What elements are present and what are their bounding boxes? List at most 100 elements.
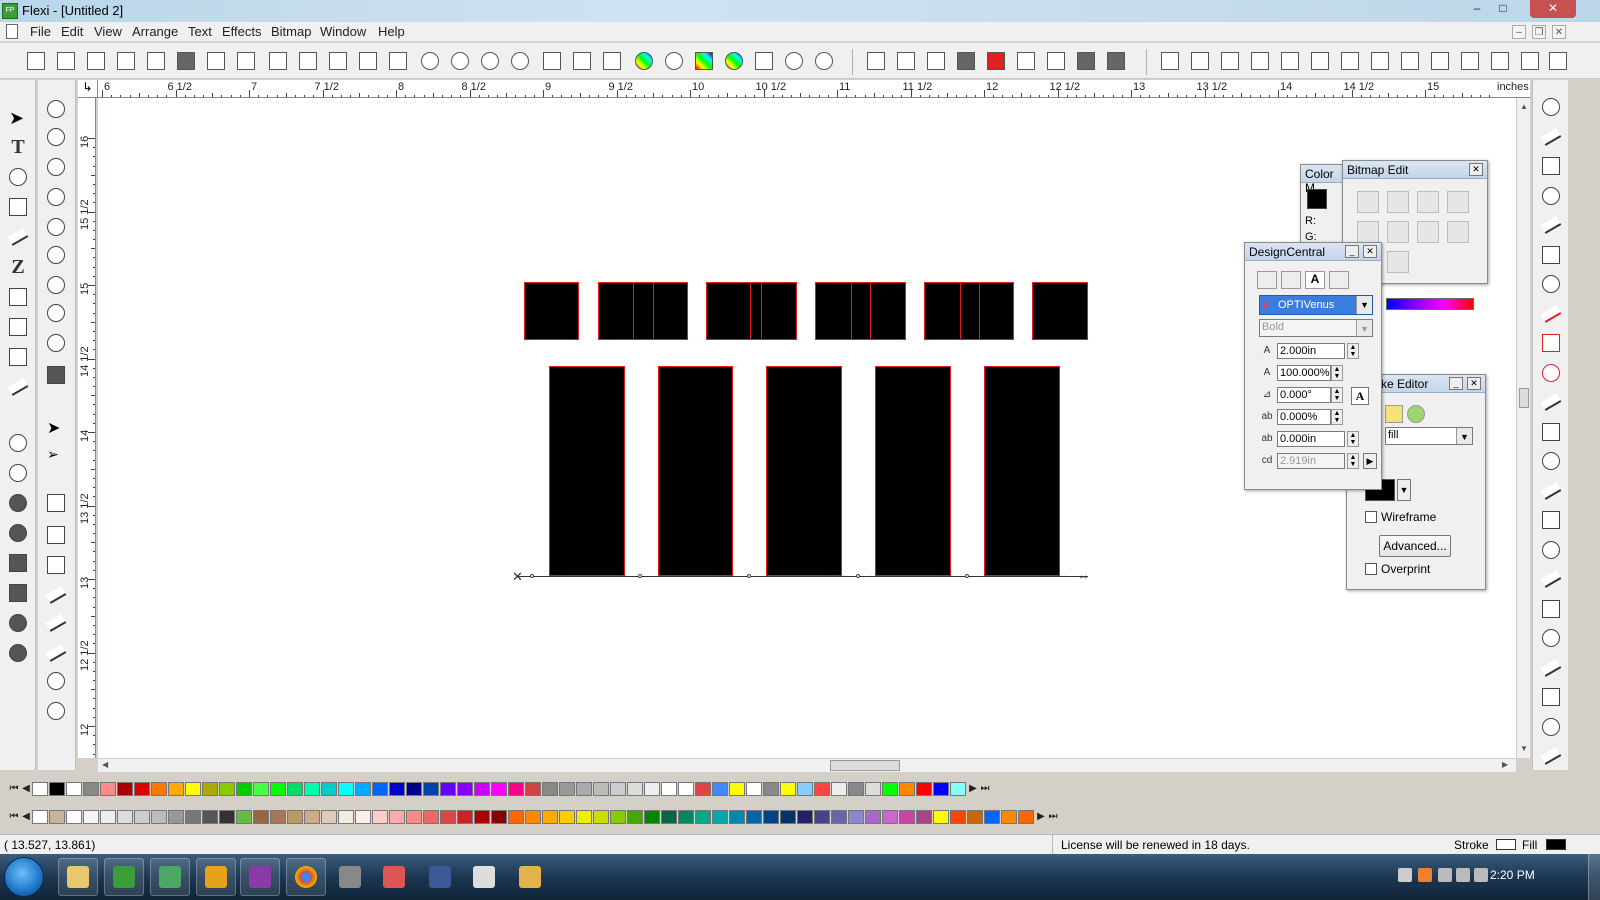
plot-icon[interactable]: [296, 49, 320, 73]
airbrush-icon[interactable]: [1417, 221, 1439, 243]
font-dropdown-icon[interactable]: ▼: [1356, 296, 1372, 314]
color-swatch[interactable]: [32, 810, 48, 824]
palette-next-icon[interactable]: ▶: [1035, 810, 1047, 824]
undo-icon[interactable]: [418, 49, 442, 73]
color-swatch[interactable]: [304, 810, 320, 824]
menu-edit[interactable]: Edit: [61, 24, 83, 39]
flexi-task[interactable]: [104, 858, 144, 896]
color-swatch[interactable]: [627, 782, 643, 796]
align-left-icon[interactable]: [1158, 49, 1182, 73]
blend-icon[interactable]: [1014, 49, 1038, 73]
color-picker-icon[interactable]: [662, 49, 686, 73]
shape-tool-5-icon[interactable]: [4, 550, 32, 576]
color-swatch[interactable]: [678, 782, 694, 796]
color-swatch[interactable]: [168, 810, 184, 824]
distribute-v-icon[interactable]: [1488, 49, 1512, 73]
palette-prev-icon[interactable]: ◀: [20, 810, 32, 824]
color-swatch[interactable]: [457, 782, 473, 796]
align-center-v-icon[interactable]: [1308, 49, 1332, 73]
color-swatch[interactable]: [882, 810, 898, 824]
dimension-diameter-icon[interactable]: [42, 698, 70, 724]
text-width-spinner[interactable]: ▲ ▼: [1331, 365, 1343, 381]
shape-tool-3-icon[interactable]: [4, 490, 32, 516]
curve-tool-icon[interactable]: [4, 224, 32, 250]
arc-tool-icon[interactable]: [1537, 271, 1565, 297]
color-swatch[interactable]: [610, 782, 626, 796]
design-central-icon[interactable]: [540, 49, 564, 73]
vertical-scroll-thumb[interactable]: [1519, 388, 1529, 408]
color-swatch[interactable]: [202, 810, 218, 824]
color-swatch[interactable]: [899, 810, 915, 824]
color-swatch[interactable]: [474, 782, 490, 796]
move-selection-icon[interactable]: [1447, 191, 1469, 213]
baseline-node[interactable]: [747, 574, 751, 578]
color-swatch[interactable]: [899, 782, 915, 796]
color-swatch[interactable]: [389, 810, 405, 824]
slant-spinner[interactable]: ▲ ▼: [1331, 387, 1343, 403]
color-swatch[interactable]: [321, 810, 337, 824]
shape-tool-7-icon[interactable]: [4, 610, 32, 636]
baseline-end-handle[interactable]: ⇔: [1077, 568, 1090, 583]
baseline-shift-spinner[interactable]: ▲ ▼: [1347, 431, 1359, 447]
select-tool-icon[interactable]: ➤: [4, 104, 32, 130]
explorer-task[interactable]: [58, 858, 98, 896]
color-swatch[interactable]: [83, 810, 99, 824]
color-swatch[interactable]: [100, 782, 116, 796]
color-swatch[interactable]: [950, 782, 966, 796]
color-wheel-icon[interactable]: [722, 49, 746, 73]
color-swatch[interactable]: [695, 810, 711, 824]
zoom-in-icon[interactable]: [42, 124, 70, 150]
swatch-icon[interactable]: [692, 49, 716, 73]
design-central-close-button[interactable]: ✕: [1363, 245, 1377, 258]
app-task-7[interactable]: [330, 858, 370, 896]
color-swatch[interactable]: [372, 782, 388, 796]
fill-swatch[interactable]: [1546, 839, 1566, 850]
align-top-icon[interactable]: [1218, 49, 1242, 73]
color-swatch[interactable]: [678, 810, 694, 824]
text-height-field[interactable]: 2.000in: [1277, 343, 1345, 359]
document-icon[interactable]: [6, 24, 18, 39]
hatch-icon[interactable]: [752, 49, 776, 73]
text-align-icon[interactable]: [1368, 49, 1392, 73]
color-swatch[interactable]: [593, 810, 609, 824]
palette-last-icon[interactable]: ⏭: [979, 782, 991, 796]
char-spacing-field[interactable]: 0.000%: [1277, 409, 1331, 425]
menu-window[interactable]: Window: [320, 24, 366, 39]
color-swatch[interactable]: [644, 782, 660, 796]
stroke-swatch[interactable]: [1496, 839, 1516, 850]
palette-prev-icon[interactable]: ◀: [20, 782, 32, 796]
combine-icon[interactable]: [1104, 49, 1128, 73]
color-swatch[interactable]: [542, 782, 558, 796]
cloud-icon[interactable]: [782, 49, 806, 73]
top-shape-3[interactable]: [706, 282, 797, 340]
arc-tool-2-icon[interactable]: [1537, 301, 1565, 327]
baseline-node[interactable]: [638, 574, 642, 578]
baseline-node[interactable]: [530, 574, 534, 578]
marquee-select-icon[interactable]: [1357, 191, 1379, 213]
onenote-task[interactable]: [240, 858, 280, 896]
measure-tool-icon[interactable]: [4, 344, 32, 370]
color-swatch[interactable]: [797, 782, 813, 796]
same-height-icon[interactable]: [1546, 49, 1570, 73]
cut-contour-icon[interactable]: [266, 49, 290, 73]
send-icon[interactable]: [234, 49, 258, 73]
color-swatch[interactable]: [797, 810, 813, 824]
color-swatch[interactable]: [746, 810, 762, 824]
color-swatch[interactable]: [440, 810, 456, 824]
color-swatch[interactable]: [916, 810, 932, 824]
tall-bar-1[interactable]: [549, 366, 625, 576]
color-swatch[interactable]: [355, 782, 371, 796]
color-swatch[interactable]: [32, 782, 48, 796]
show-desktop-button[interactable]: [1588, 854, 1600, 900]
eyedropper-tool-icon[interactable]: [4, 374, 32, 400]
text-width-total-field[interactable]: 2.919in: [1277, 453, 1345, 469]
color-swatch[interactable]: [406, 810, 422, 824]
minimize-button[interactable]: –: [1464, 0, 1490, 18]
corner-tool-icon[interactable]: [1537, 242, 1565, 268]
color-swatch[interactable]: [253, 810, 269, 824]
tray-expand-icon[interactable]: [1398, 868, 1412, 882]
color-swatch[interactable]: [576, 810, 592, 824]
font-style-dropdown-icon[interactable]: ▼: [1356, 320, 1372, 336]
design-central-minimize-button[interactable]: _: [1345, 245, 1359, 258]
baseline-node[interactable]: [856, 574, 860, 578]
